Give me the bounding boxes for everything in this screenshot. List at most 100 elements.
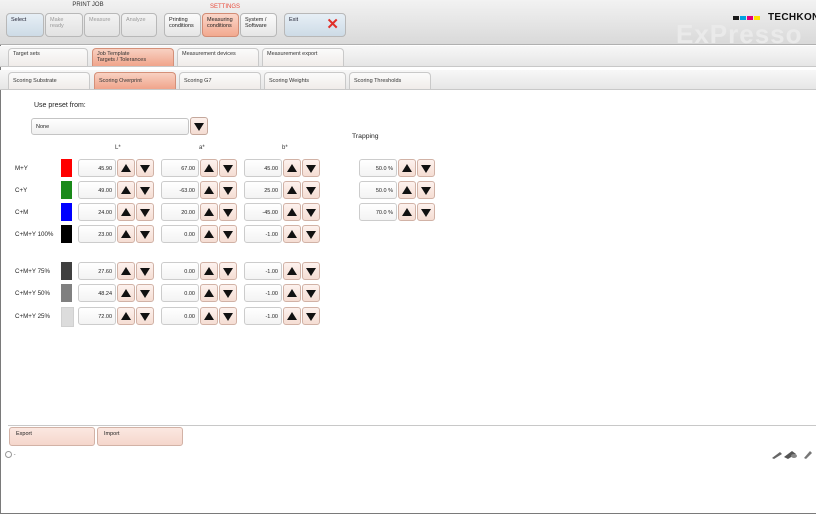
b-value-increase-button[interactable] xyxy=(283,203,301,221)
l-value-input[interactable]: 45.90 xyxy=(78,159,116,177)
l-value-input[interactable]: 24.00 xyxy=(78,203,116,221)
b-value-input[interactable]: -45.00 xyxy=(244,203,282,221)
a-value-decrease-button[interactable] xyxy=(219,159,237,177)
b-value-increase-button[interactable] xyxy=(283,225,301,243)
tab-measurement-devices[interactable]: Measurement devices xyxy=(177,48,259,66)
a-value-decrease-button[interactable] xyxy=(219,284,237,302)
trapping-value-input[interactable]: 50.0 % xyxy=(359,181,397,199)
a-value-increase-button[interactable] xyxy=(200,307,218,325)
preset-select-value: None xyxy=(36,124,50,130)
trapping-value-decrease-button[interactable] xyxy=(417,203,435,221)
tab-target-sets[interactable]: Target sets xyxy=(8,48,88,66)
l-value-decrease-button[interactable] xyxy=(136,307,154,325)
tab-scoring-overprint[interactable]: Scoring Overprint xyxy=(94,72,176,89)
b-value-input[interactable]: 45.00 xyxy=(244,159,282,177)
make-ready-button[interactable]: Make ready xyxy=(45,13,83,37)
b-value-decrease-button[interactable] xyxy=(302,203,320,221)
a-value-increase-button[interactable] xyxy=(200,262,218,280)
tab-scoring-weights[interactable]: Scoring Weights xyxy=(264,72,346,89)
arrow-down-icon xyxy=(306,313,316,321)
l-value-increase-button[interactable] xyxy=(117,181,135,199)
b-value-decrease-button[interactable] xyxy=(302,225,320,243)
tab-scoring-substrate[interactable]: Scoring Substrate xyxy=(8,72,90,89)
arrow-up-icon xyxy=(287,289,297,297)
l-value-decrease-button[interactable] xyxy=(136,284,154,302)
exit-button[interactable]: Exit ✕ xyxy=(284,13,346,37)
system-software-line2: Software xyxy=(245,23,267,29)
export-button[interactable]: Export xyxy=(9,427,95,446)
trapping-value-input[interactable]: 70.0 % xyxy=(359,203,397,221)
l-value-decrease-button[interactable] xyxy=(136,203,154,221)
trapping-value-increase-button[interactable] xyxy=(398,159,416,177)
l-value-increase-button[interactable] xyxy=(117,262,135,280)
b-value-increase-button[interactable] xyxy=(283,181,301,199)
a-value-decrease-button[interactable] xyxy=(219,262,237,280)
l-value-input[interactable]: 27.60 xyxy=(78,262,116,280)
trapping-value-increase-button[interactable] xyxy=(398,181,416,199)
l-value-decrease-button[interactable] xyxy=(136,181,154,199)
a-value-increase-button[interactable] xyxy=(200,225,218,243)
b-value-decrease-button[interactable] xyxy=(302,262,320,280)
l-value-decrease-button[interactable] xyxy=(136,225,154,243)
a-value-input[interactable]: 0.00 xyxy=(161,225,199,243)
arrow-down-icon xyxy=(223,187,233,195)
b-value-decrease-button[interactable] xyxy=(302,284,320,302)
b-value-increase-button[interactable] xyxy=(283,159,301,177)
trapping-value-input[interactable]: 50.0 % xyxy=(359,159,397,177)
printing-conditions-button[interactable]: Printing conditions xyxy=(164,13,201,37)
analyze-button[interactable]: Analyze xyxy=(121,13,157,37)
l-value-increase-button[interactable] xyxy=(117,159,135,177)
select-button[interactable]: Select xyxy=(6,13,44,37)
a-value-increase-button[interactable] xyxy=(200,203,218,221)
tab-scoring-thresholds[interactable]: Scoring Thresholds xyxy=(349,72,431,89)
l-value-increase-button[interactable] xyxy=(117,307,135,325)
a-value-decrease-button[interactable] xyxy=(219,203,237,221)
b-value-input[interactable]: -1.00 xyxy=(244,284,282,302)
b-value-decrease-button[interactable] xyxy=(302,307,320,325)
b-value-increase-button[interactable] xyxy=(283,284,301,302)
system-software-button[interactable]: System / Software xyxy=(240,13,277,37)
a-value-input[interactable]: 0.00 xyxy=(161,284,199,302)
l-value-input[interactable]: 72.00 xyxy=(78,307,116,325)
a-value-input[interactable]: 0.00 xyxy=(161,262,199,280)
b-value-increase-button[interactable] xyxy=(283,262,301,280)
chevron-down-icon xyxy=(194,123,204,131)
import-button[interactable]: Import xyxy=(97,427,183,446)
tab-scoring-g7[interactable]: Scoring G7 xyxy=(179,72,261,89)
preset-dropdown-button[interactable] xyxy=(190,117,208,135)
trapping-value-decrease-button[interactable] xyxy=(417,159,435,177)
l-value-input[interactable]: 48.24 xyxy=(78,284,116,302)
l-value-increase-button[interactable] xyxy=(117,203,135,221)
trapping-value-increase-button[interactable] xyxy=(398,203,416,221)
tab-job-template[interactable]: Job Template Targets / Tolerances xyxy=(92,48,174,66)
l-value-increase-button[interactable] xyxy=(117,225,135,243)
a-value-increase-button[interactable] xyxy=(200,159,218,177)
b-value-decrease-button[interactable] xyxy=(302,181,320,199)
b-value-input[interactable]: 25.00 xyxy=(244,181,282,199)
b-value-input[interactable]: -1.00 xyxy=(244,262,282,280)
a-value-decrease-button[interactable] xyxy=(219,307,237,325)
l-value-input[interactable]: 23.00 xyxy=(78,225,116,243)
tab-measurement-export[interactable]: Measurement export xyxy=(262,48,344,66)
b-value-decrease-button[interactable] xyxy=(302,159,320,177)
a-value-input[interactable]: 20.00 xyxy=(161,203,199,221)
l-value-decrease-button[interactable] xyxy=(136,159,154,177)
measure-button[interactable]: Measure xyxy=(84,13,120,37)
l-value-input[interactable]: 49.00 xyxy=(78,181,116,199)
b-value-input[interactable]: -1.00 xyxy=(244,307,282,325)
a-value-increase-button[interactable] xyxy=(200,284,218,302)
preset-select[interactable]: None xyxy=(31,118,189,135)
trapping-value-decrease-button[interactable] xyxy=(417,181,435,199)
measuring-conditions-button[interactable]: Measuring conditions xyxy=(202,13,239,37)
a-value-increase-button[interactable] xyxy=(200,181,218,199)
connection-status-icon xyxy=(5,451,12,458)
b-value-increase-button[interactable] xyxy=(283,307,301,325)
a-value-decrease-button[interactable] xyxy=(219,225,237,243)
a-value-input[interactable]: 0.00 xyxy=(161,307,199,325)
a-value-decrease-button[interactable] xyxy=(219,181,237,199)
l-value-decrease-button[interactable] xyxy=(136,262,154,280)
b-value-input[interactable]: -1.00 xyxy=(244,225,282,243)
l-value-increase-button[interactable] xyxy=(117,284,135,302)
a-value-input[interactable]: 67.00 xyxy=(161,159,199,177)
a-value-input[interactable]: -63.00 xyxy=(161,181,199,199)
